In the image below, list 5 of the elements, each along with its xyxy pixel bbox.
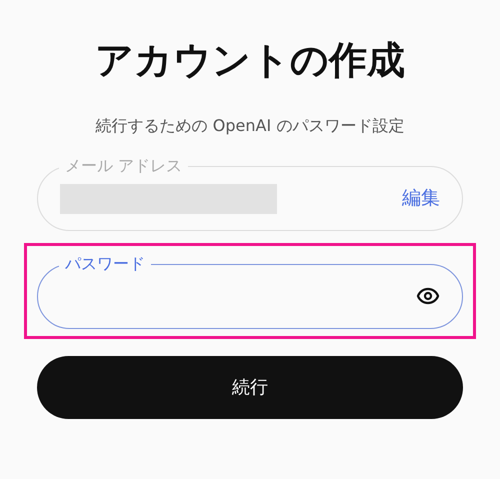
page-title: アカウントの作成: [95, 37, 405, 84]
continue-button[interactable]: 続行: [37, 356, 463, 419]
edit-link[interactable]: 編集: [402, 184, 440, 213]
subtitle: 続行するための OpenAI のパスワード設定: [96, 115, 404, 137]
field-label: メール アドレス: [59, 156, 188, 176]
